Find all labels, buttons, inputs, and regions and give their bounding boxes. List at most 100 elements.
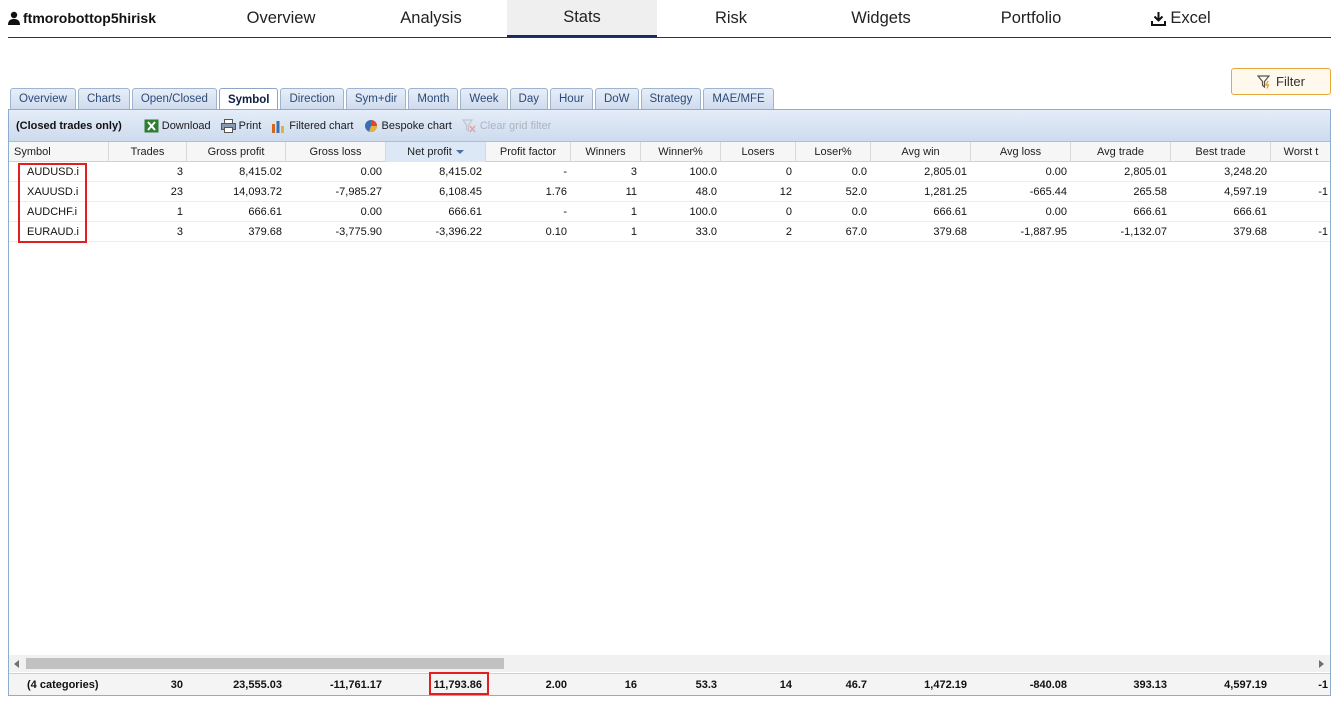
scroll-left-icon[interactable] xyxy=(14,660,19,668)
total-symbol: (4 categories) xyxy=(27,679,99,691)
column-header-trades[interactable]: Trades xyxy=(109,142,187,162)
subtab-hour[interactable]: Hour xyxy=(550,88,593,109)
subtab-day[interactable]: Day xyxy=(509,88,548,109)
cell-trades: 1 xyxy=(176,206,183,218)
cell-best-trade: 4,597.19 xyxy=(1224,186,1267,198)
nav-tab-stats[interactable]: Stats xyxy=(507,0,657,37)
subtab-month[interactable]: Month xyxy=(408,88,459,109)
cell-avg-loss: -1,887.95 xyxy=(1020,226,1067,238)
cell-loser-pct: 52.0 xyxy=(845,186,867,198)
column-header-symbol[interactable]: Symbol xyxy=(9,142,109,162)
subtab-strategy[interactable]: Strategy xyxy=(640,88,702,109)
subtab-symbol[interactable]: Symbol xyxy=(218,88,279,110)
column-header-winners[interactable]: Winners xyxy=(571,142,641,162)
column-header-profit-factor[interactable]: Profit factor xyxy=(486,142,571,162)
cell-gross-loss: -7,985.27 xyxy=(335,186,382,198)
table-row[interactable]: XAUUSD.i 23 14,093.72 -7,985.27 6,108.45 1.76… xyxy=(9,182,1330,202)
nav-tab-label: Portfolio xyxy=(1000,9,1062,27)
nav-tab-label: Analysis xyxy=(400,9,462,27)
column-header-worst-trade[interactable]: Worst t xyxy=(1271,142,1330,162)
nav-tab-widgets[interactable]: Widgets xyxy=(806,0,956,37)
column-header-gross-loss[interactable]: Gross loss xyxy=(286,142,386,162)
subtab-overview[interactable]: Overview xyxy=(10,88,76,109)
scroll-right-icon[interactable] xyxy=(1319,660,1324,668)
column-header-label: Avg loss xyxy=(999,146,1042,158)
column-header-net-profit[interactable]: Net profit xyxy=(386,142,486,162)
total-worst-trade: -1 xyxy=(1318,679,1328,691)
bespoke-chart-label: Bespoke chart xyxy=(381,119,452,132)
nav-tab-portfolio[interactable]: Portfolio xyxy=(956,0,1106,37)
total-loser-pct: 46.7 xyxy=(845,679,867,691)
nav-tab-excel[interactable]: Excel xyxy=(1106,0,1256,37)
column-header-losers[interactable]: Losers xyxy=(721,142,796,162)
top-navigation: ftmorobottop5hirisk Overview Analysis St… xyxy=(8,0,1331,38)
subtab-open-closed[interactable]: Open/Closed xyxy=(131,88,217,109)
column-header-avg-trade[interactable]: Avg trade xyxy=(1071,142,1171,162)
nav-tab-analysis[interactable]: Analysis xyxy=(356,0,506,37)
cell-trades: 3 xyxy=(176,166,183,178)
bespoke-chart-button[interactable]: Bespoke chart xyxy=(364,119,452,133)
cell-worst-trade: -1 xyxy=(1318,186,1328,198)
cell-avg-loss: -665.44 xyxy=(1029,186,1067,198)
total-gross-profit: 23,555.03 xyxy=(233,679,282,691)
user-icon xyxy=(8,11,20,25)
column-header-label: Gross profit xyxy=(207,146,265,158)
cell-best-trade: 3,248.20 xyxy=(1224,166,1267,178)
total-trades: 30 xyxy=(170,679,183,691)
subtab-mae-mfe[interactable]: MAE/MFE xyxy=(703,88,774,109)
cell-avg-win: 379.68 xyxy=(933,226,967,238)
cell-symbol: EURAUD.i xyxy=(27,226,79,238)
cell-trades: 3 xyxy=(176,226,183,238)
cell-gross-loss: 0.00 xyxy=(360,166,382,178)
column-header-winner-pct[interactable]: Winner% xyxy=(641,142,721,162)
cell-profit-factor: - xyxy=(563,206,567,218)
printer-icon xyxy=(220,118,236,133)
print-label: Print xyxy=(238,119,262,132)
cell-winner-pct: 33.0 xyxy=(695,226,717,238)
total-best-trade: 4,597.19 xyxy=(1224,679,1267,691)
cell-loser-pct: 67.0 xyxy=(845,226,867,238)
subtab-week[interactable]: Week xyxy=(460,88,508,109)
table-row[interactable]: AUDUSD.i 3 8,415.02 0.00 8,415.02 - 3 100.0 0 0.0… xyxy=(9,162,1330,182)
print-button[interactable]: Print xyxy=(220,118,262,133)
cell-winners: 1 xyxy=(630,206,637,218)
subtab-direction[interactable]: Direction xyxy=(280,88,344,109)
table-row[interactable]: EURAUD.i 3 379.68 -3,775.90 -3,396.22 0.10 1 33… xyxy=(9,222,1330,242)
cell-worst-trade xyxy=(1271,202,1330,222)
cell-winners: 3 xyxy=(630,166,637,178)
horizontal-scrollbar[interactable] xyxy=(9,655,1330,672)
cell-gross-profit: 8,415.02 xyxy=(239,166,282,178)
subtab-sym-dir[interactable]: Sym+dir xyxy=(345,88,407,109)
cell-losers: 0 xyxy=(785,206,792,218)
clear-grid-filter-button[interactable]: Clear grid filter xyxy=(461,118,551,133)
cell-loser-pct: 0.0 xyxy=(851,166,867,178)
account-name-label: ftmorobottop5hirisk xyxy=(23,10,156,26)
column-header-loser-pct[interactable]: Loser% xyxy=(796,142,871,162)
cell-worst-trade: -1 xyxy=(1318,226,1328,238)
sort-descending-icon xyxy=(455,150,464,154)
download-button[interactable]: Download xyxy=(144,119,211,133)
filter-button[interactable]: Filter xyxy=(1231,68,1331,95)
filtered-chart-button[interactable]: Filtered chart xyxy=(271,119,354,133)
cell-avg-win: 666.61 xyxy=(933,206,967,218)
nav-tab-risk[interactable]: Risk xyxy=(656,0,806,37)
pie-chart-icon xyxy=(364,119,377,132)
account-name[interactable]: ftmorobottop5hirisk xyxy=(8,9,156,27)
scrollbar-thumb[interactable] xyxy=(26,658,504,669)
total-avg-trade: 393.13 xyxy=(1133,679,1167,691)
cell-winner-pct: 48.0 xyxy=(695,186,717,198)
subtab-dow[interactable]: DoW xyxy=(594,88,639,109)
table-row[interactable]: AUDCHF.i 1 666.61 0.00 666.61 - 1 100.0 0 0.0 666.… xyxy=(9,202,1330,222)
column-header-avg-win[interactable]: Avg win xyxy=(871,142,971,162)
cell-profit-factor: - xyxy=(563,166,567,178)
total-winners: 16 xyxy=(624,679,637,691)
column-header-gross-profit[interactable]: Gross profit xyxy=(187,142,286,162)
column-header-avg-loss[interactable]: Avg loss xyxy=(971,142,1071,162)
nav-tab-overview[interactable]: Overview xyxy=(206,0,356,37)
cell-gross-loss: 0.00 xyxy=(360,206,382,218)
cell-gross-profit: 666.61 xyxy=(248,206,282,218)
subtab-charts[interactable]: Charts xyxy=(77,88,130,109)
column-header-best-trade[interactable]: Best trade xyxy=(1171,142,1271,162)
column-header-label: Worst t xyxy=(1283,146,1319,158)
column-header-label: Net profit xyxy=(407,146,452,158)
